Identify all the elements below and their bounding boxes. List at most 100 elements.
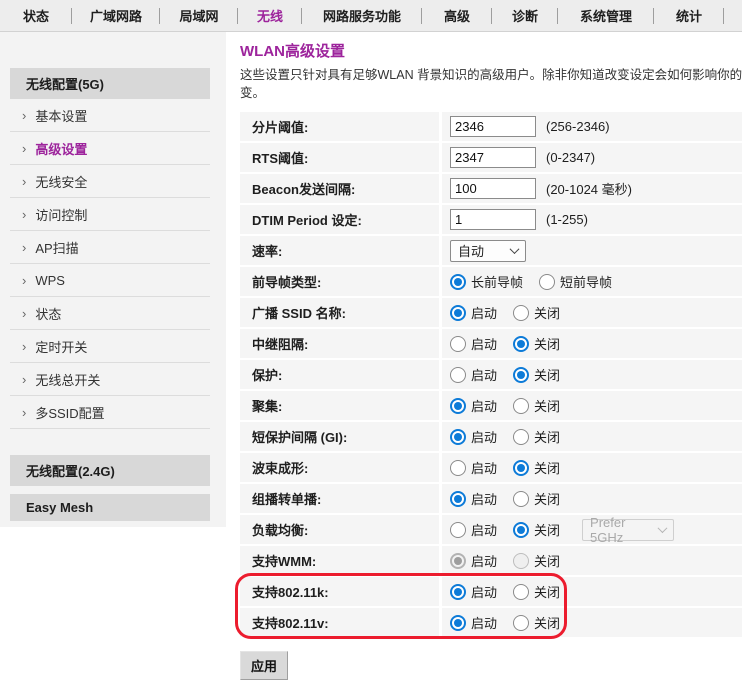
radio-option[interactable]: 关闭: [513, 396, 560, 415]
radio-option-label[interactable]: 启动: [471, 396, 497, 415]
sidebar-item[interactable]: › AP扫描: [10, 231, 210, 264]
sidebar-section-header[interactable]: 无线配置(5G): [10, 68, 210, 99]
radio-option[interactable]: 启动: [450, 396, 497, 415]
radio-button-icon[interactable]: [513, 398, 529, 414]
radio-option[interactable]: 启动: [450, 582, 497, 601]
radio-option-label[interactable]: 启动: [471, 303, 497, 322]
radio-option-label[interactable]: 启动: [471, 427, 497, 446]
nav-tab-4[interactable]: 无线: [238, 0, 302, 31]
radio-option[interactable]: 关闭: [513, 582, 560, 601]
sidebar-item[interactable]: › 高级设置: [10, 132, 210, 165]
radio-option-label[interactable]: 启动: [471, 458, 497, 477]
radio-option-label[interactable]: 启动: [471, 489, 497, 508]
radio-button-icon[interactable]: [513, 522, 529, 538]
radio-option-label[interactable]: 关闭: [534, 520, 560, 539]
dropdown-select[interactable]: 自动: [450, 240, 526, 262]
radio-option-label[interactable]: 关闭: [534, 458, 560, 477]
radio-button-icon[interactable]: [450, 305, 466, 321]
radio-option-label[interactable]: 关闭: [534, 613, 560, 632]
sidebar-item[interactable]: › WPS: [10, 264, 210, 297]
radio-option[interactable]: 启动: [450, 551, 497, 570]
setting-input[interactable]: [450, 147, 536, 168]
radio-option[interactable]: 关闭: [513, 613, 560, 632]
radio-button-icon[interactable]: [450, 367, 466, 383]
radio-button-icon[interactable]: [513, 460, 529, 476]
radio-option-label[interactable]: 启动: [471, 334, 497, 353]
radio-option[interactable]: 启动: [450, 613, 497, 632]
radio-option-label[interactable]: 启动: [471, 582, 497, 601]
radio-option-label[interactable]: 启动: [471, 365, 497, 384]
radio-option[interactable]: 启动: [450, 489, 497, 508]
radio-option[interactable]: 启动: [450, 458, 497, 477]
apply-button[interactable]: 应用: [240, 651, 288, 680]
radio-button-icon[interactable]: [513, 584, 529, 600]
radio-button-icon[interactable]: [513, 305, 529, 321]
radio-option-label[interactable]: 关闭: [534, 551, 560, 570]
radio-button-icon[interactable]: [450, 274, 466, 290]
radio-option-label[interactable]: 启动: [471, 551, 497, 570]
radio-option-label[interactable]: 关闭: [534, 582, 560, 601]
nav-tab-2[interactable]: 广域网路: [72, 0, 160, 31]
nav-tab-5[interactable]: 网路服务功能: [302, 0, 422, 31]
sidebar-item[interactable]: › 多SSID配置: [10, 396, 210, 429]
sidebar-item[interactable]: › 访问控制: [10, 198, 210, 231]
sidebar-item[interactable]: › 无线安全: [10, 165, 210, 198]
radio-option-label[interactable]: 关闭: [534, 427, 560, 446]
radio-option[interactable]: 关闭: [513, 551, 560, 570]
radio-button-icon[interactable]: [450, 584, 466, 600]
radio-button-icon[interactable]: [513, 429, 529, 445]
sidebar-item[interactable]: › 基本设置: [10, 99, 210, 132]
radio-button-icon[interactable]: [450, 553, 466, 569]
radio-option-label[interactable]: 关闭: [534, 489, 560, 508]
radio-button-icon[interactable]: [450, 429, 466, 445]
nav-tab-8[interactable]: 系统管理: [558, 0, 654, 31]
radio-button-icon[interactable]: [450, 336, 466, 352]
radio-option-label[interactable]: 启动: [471, 613, 497, 632]
radio-option-label[interactable]: 启动: [471, 520, 497, 539]
radio-option[interactable]: 关闭: [513, 303, 560, 322]
radio-option-label[interactable]: 关闭: [534, 334, 560, 353]
radio-option[interactable]: 关闭: [513, 520, 560, 539]
sidebar-section-header[interactable]: 无线配置(2.4G): [10, 455, 210, 486]
sidebar-section-header[interactable]: Easy Mesh: [10, 494, 210, 521]
radio-option-label[interactable]: 关闭: [534, 365, 560, 384]
sidebar-item[interactable]: › 状态: [10, 297, 210, 330]
radio-button-icon[interactable]: [450, 460, 466, 476]
radio-option[interactable]: 关闭: [513, 427, 560, 446]
radio-option[interactable]: 关闭: [513, 489, 560, 508]
nav-tab-9[interactable]: 统计: [654, 0, 724, 31]
sidebar-item[interactable]: › 定时开关: [10, 330, 210, 363]
radio-button-icon[interactable]: [513, 553, 529, 569]
radio-option[interactable]: 长前导帧: [450, 272, 523, 291]
radio-button-icon[interactable]: [539, 274, 555, 290]
nav-tab-10[interactable]: 工作: [724, 0, 742, 31]
radio-button-icon[interactable]: [450, 522, 466, 538]
radio-button-icon[interactable]: [513, 491, 529, 507]
radio-option-label[interactable]: 关闭: [534, 396, 560, 415]
sidebar-item[interactable]: › 无线总开关: [10, 363, 210, 396]
setting-input[interactable]: [450, 116, 536, 137]
radio-button-icon[interactable]: [513, 367, 529, 383]
radio-option[interactable]: 短前导帧: [539, 272, 612, 291]
nav-tab-1[interactable]: 状态: [0, 0, 72, 31]
radio-option[interactable]: 关闭: [513, 365, 560, 384]
radio-option[interactable]: 启动: [450, 365, 497, 384]
nav-tab-7[interactable]: 诊断: [492, 0, 558, 31]
setting-input[interactable]: [450, 209, 536, 230]
radio-option[interactable]: 启动: [450, 520, 497, 539]
radio-option-label[interactable]: 短前导帧: [560, 272, 612, 291]
nav-tab-3[interactable]: 局域网: [160, 0, 238, 31]
radio-option[interactable]: 启动: [450, 334, 497, 353]
radio-option[interactable]: 关闭: [513, 458, 560, 477]
radio-option-label[interactable]: 长前导帧: [471, 272, 523, 291]
radio-button-icon[interactable]: [513, 615, 529, 631]
nav-tab-6[interactable]: 高级: [422, 0, 492, 31]
radio-option-label[interactable]: 关闭: [534, 303, 560, 322]
radio-button-icon[interactable]: [450, 398, 466, 414]
radio-option[interactable]: 启动: [450, 427, 497, 446]
radio-button-icon[interactable]: [513, 336, 529, 352]
radio-button-icon[interactable]: [450, 491, 466, 507]
setting-input[interactable]: [450, 178, 536, 199]
radio-option[interactable]: 启动: [450, 303, 497, 322]
radio-button-icon[interactable]: [450, 615, 466, 631]
